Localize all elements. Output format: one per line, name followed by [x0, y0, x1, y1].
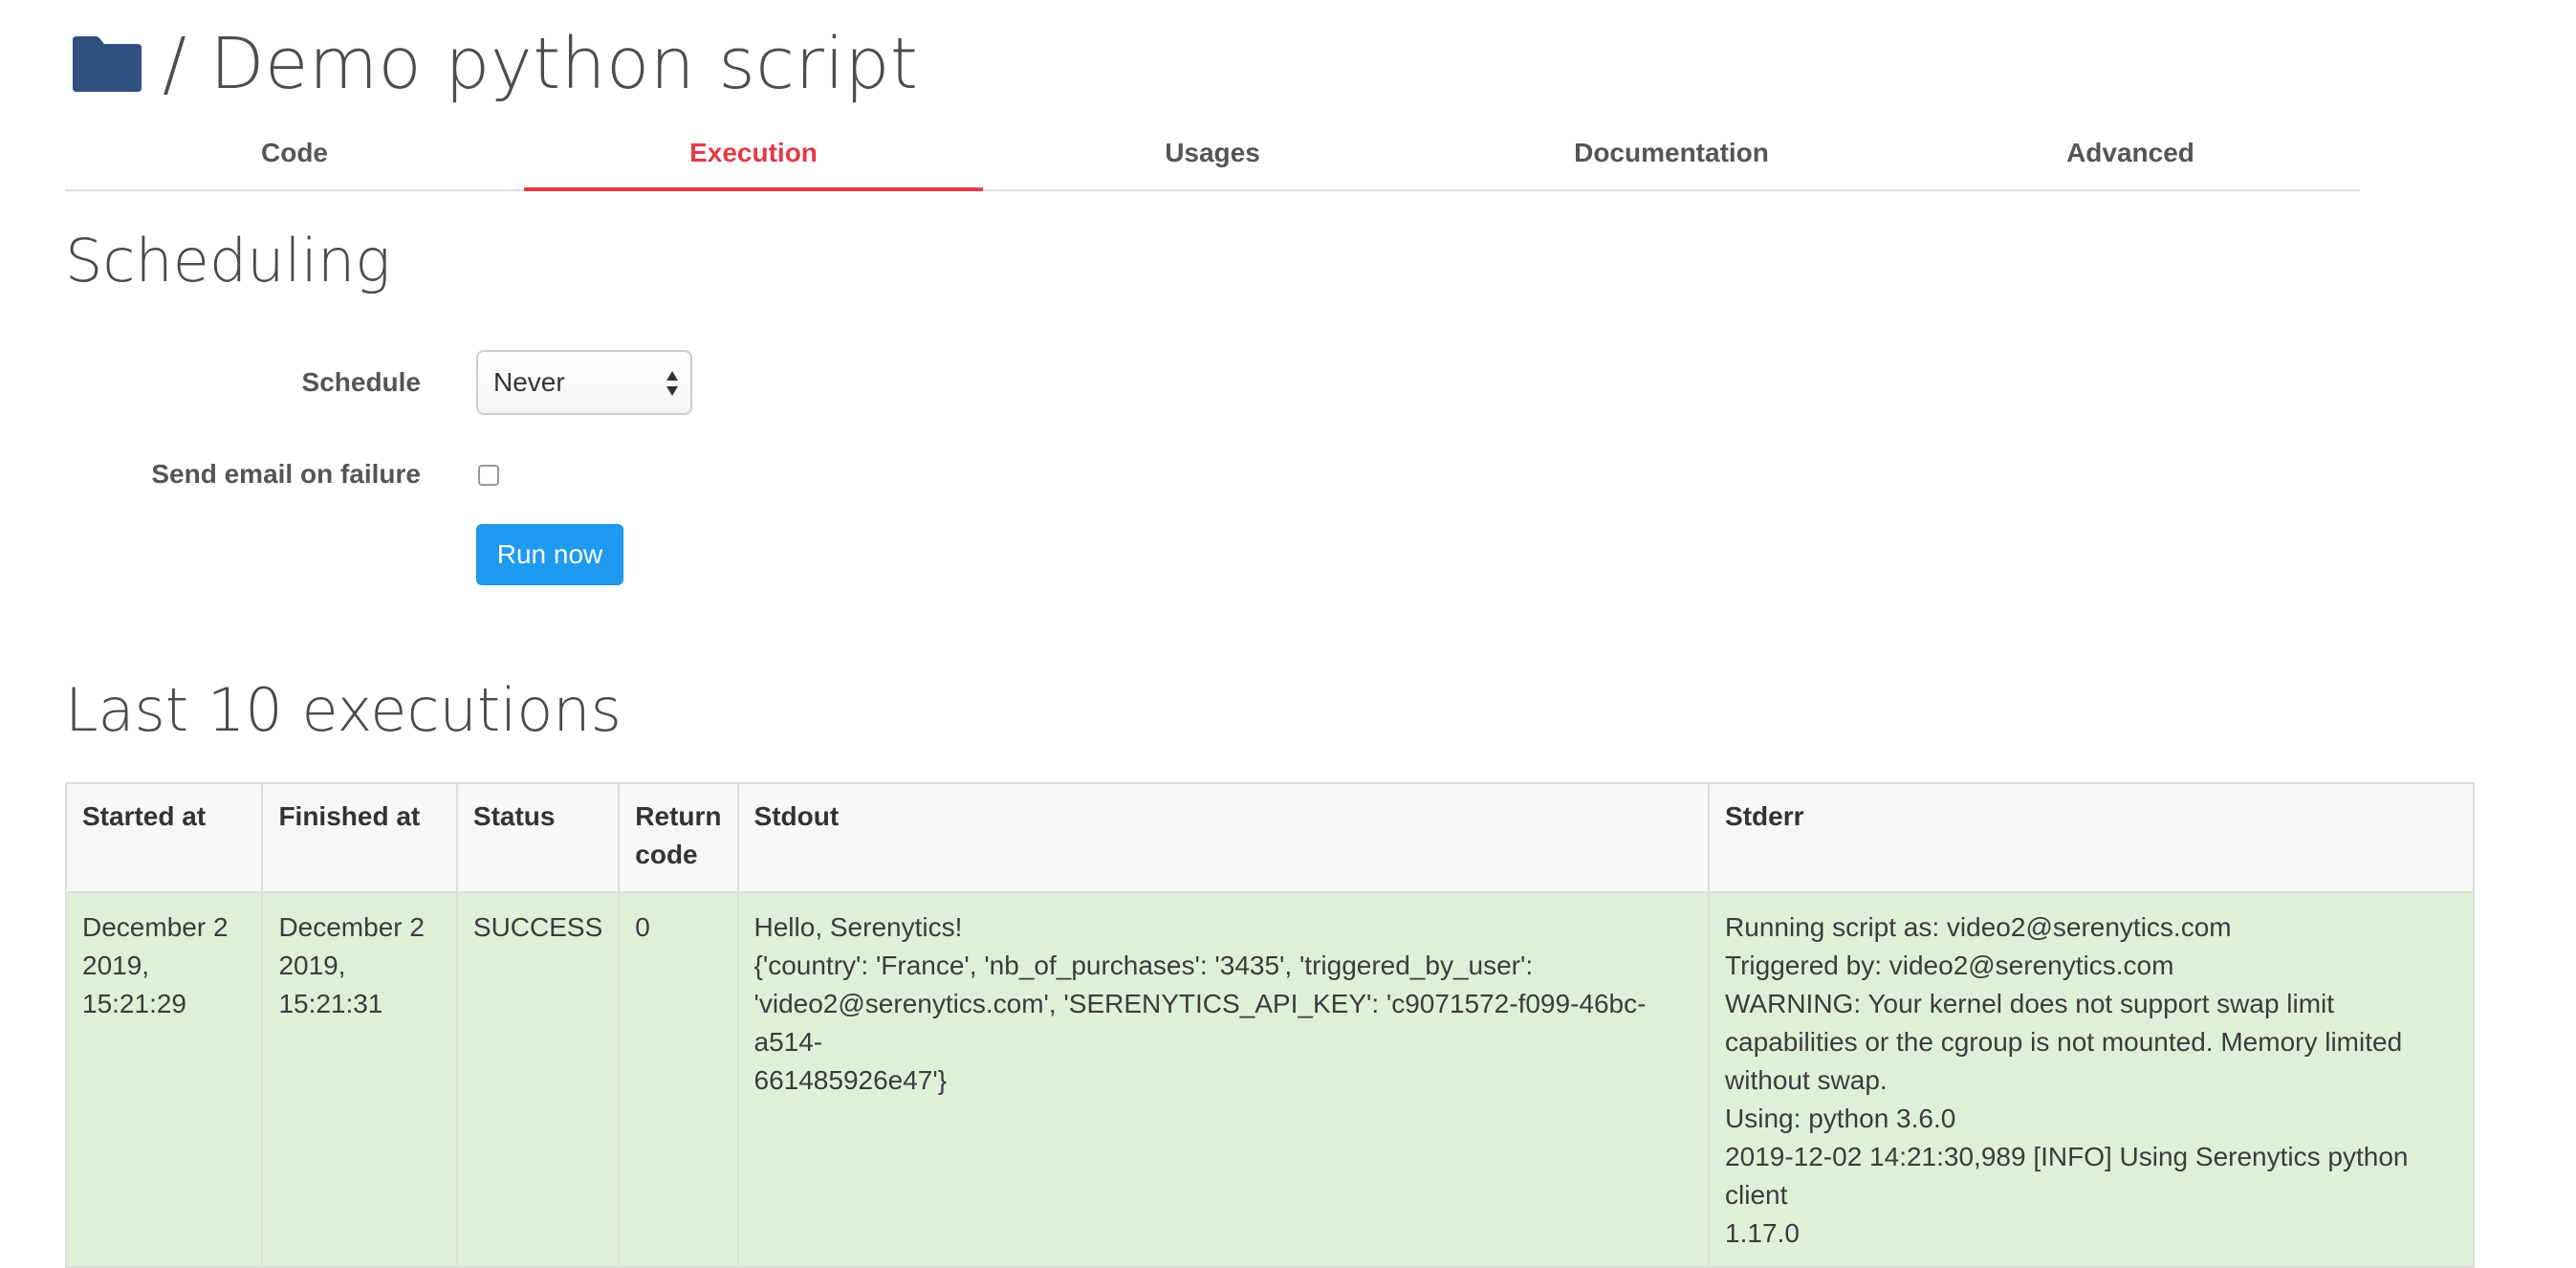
tab-advanced[interactable]: Advanced — [1901, 124, 2360, 189]
schedule-select-value: Never — [493, 367, 565, 397]
table-row: December 2 2019, 15:21:29 December 2 201… — [64, 891, 2475, 1268]
tab-documentation[interactable]: Documentation — [1442, 124, 1901, 189]
run-row: Run now — [0, 524, 623, 585]
cell-return-code: 0 — [618, 891, 739, 1268]
email-on-failure-row: Send email on failure — [0, 455, 499, 493]
page-title: / Demo python script — [163, 23, 919, 105]
cell-status: SUCCESS — [455, 891, 621, 1268]
column-header-return-code: Return code — [618, 782, 739, 893]
executions-heading: Last 10 executions — [65, 675, 622, 745]
tab-execution[interactable]: Execution — [524, 124, 983, 191]
tab-code[interactable]: Code — [65, 124, 524, 189]
executions-table: Started at Finished at Status Return cod… — [64, 782, 2475, 1268]
tab-bar: Code Execution Usages Documentation Adva… — [65, 124, 2360, 191]
email-on-failure-checkbox[interactable] — [478, 465, 499, 486]
page-header: / Demo python script — [69, 21, 918, 107]
select-arrows-icon — [666, 371, 678, 396]
scheduling-heading: Scheduling — [65, 226, 391, 295]
schedule-row: Schedule Never — [0, 350, 692, 415]
table-header-row: Started at Finished at Status Return cod… — [64, 782, 2475, 893]
cell-stdout: Hello, Serenytics! {'country': 'France',… — [736, 891, 1711, 1268]
schedule-select[interactable]: Never — [476, 350, 692, 415]
column-header-finished-at: Finished at — [261, 782, 458, 893]
column-header-status: Status — [455, 782, 621, 893]
schedule-label: Schedule — [301, 367, 421, 397]
column-header-stdout: Stdout — [736, 782, 1711, 893]
cell-started-at: December 2 2019, 15:21:29 — [64, 891, 264, 1268]
folder-icon[interactable] — [69, 34, 145, 94]
run-now-button[interactable]: Run now — [476, 524, 623, 585]
column-header-started-at: Started at — [64, 782, 264, 893]
cell-finished-at: December 2 2019, 15:21:31 — [261, 891, 458, 1268]
cell-stderr: Running script as: video2@serenytics.com… — [1708, 891, 2475, 1268]
tab-usages[interactable]: Usages — [983, 124, 1442, 189]
column-header-stderr: Stderr — [1708, 782, 2475, 893]
email-on-failure-label: Send email on failure — [151, 459, 421, 489]
